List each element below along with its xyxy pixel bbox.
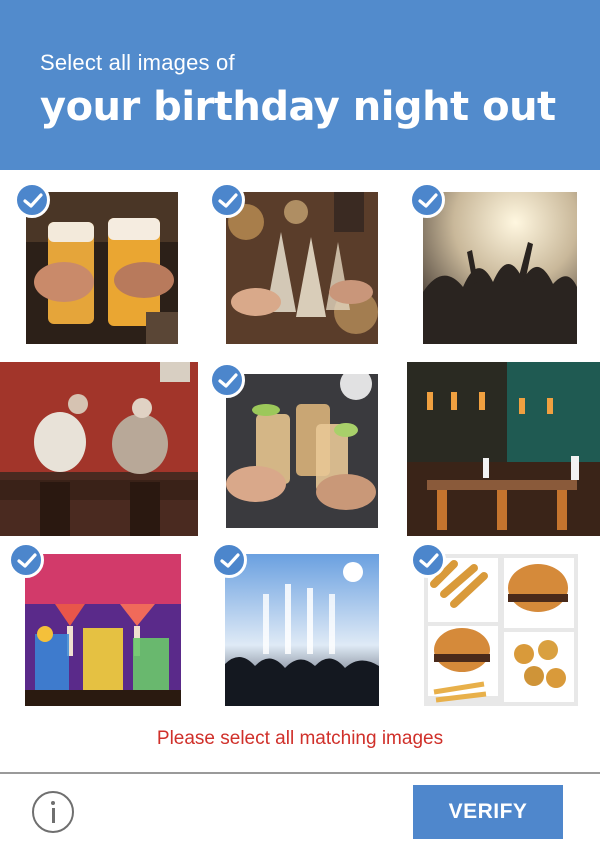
tile-image-burgers-fries bbox=[424, 554, 578, 706]
image-tile-4[interactable] bbox=[0, 362, 200, 540]
tile-image-restaurant-interior bbox=[407, 362, 600, 536]
checkmark-icon bbox=[17, 553, 37, 568]
image-tile-6[interactable] bbox=[407, 362, 600, 540]
selected-check-9 bbox=[410, 542, 446, 578]
instruction-subtitle: Select all images of bbox=[40, 50, 235, 75]
image-tile-2[interactable] bbox=[209, 182, 381, 348]
selected-check-5 bbox=[209, 362, 245, 398]
checkmark-icon bbox=[220, 553, 240, 568]
checkmark-icon bbox=[23, 193, 43, 208]
tile-image-cocktails bbox=[25, 554, 181, 706]
tile-image-champagne-toast bbox=[226, 192, 378, 344]
instruction-title: your birthday night out bbox=[40, 84, 556, 130]
verify-button[interactable]: VERIFY bbox=[413, 785, 563, 839]
image-tile-1[interactable] bbox=[14, 182, 184, 348]
image-tile-3[interactable] bbox=[409, 182, 581, 348]
tile-image-restaurant-couple bbox=[0, 362, 198, 536]
checkmark-icon bbox=[418, 193, 438, 208]
checkmark-icon bbox=[419, 553, 439, 568]
tile-image-beer-toast bbox=[26, 192, 178, 344]
info-icon[interactable] bbox=[32, 791, 74, 833]
selected-check-3 bbox=[409, 182, 445, 218]
footer-divider bbox=[0, 772, 600, 774]
tile-image-shots-toast bbox=[226, 374, 378, 528]
tile-image-concert-crowd bbox=[423, 192, 577, 344]
selected-check-7 bbox=[8, 542, 44, 578]
error-message: Please select all matching images bbox=[156, 728, 444, 749]
selected-check-8 bbox=[211, 542, 247, 578]
image-tile-8[interactable] bbox=[211, 542, 383, 710]
tile-image-concert-stage bbox=[225, 554, 379, 706]
selected-check-1 bbox=[14, 182, 50, 218]
image-tile-9[interactable] bbox=[410, 542, 582, 710]
checkmark-icon bbox=[218, 193, 238, 208]
image-tile-5[interactable] bbox=[209, 362, 381, 532]
checkmark-icon bbox=[218, 373, 238, 388]
image-tile-7[interactable] bbox=[8, 542, 184, 710]
captcha-header: Select all images of your birthday night… bbox=[0, 0, 600, 170]
selected-check-2 bbox=[209, 182, 245, 218]
